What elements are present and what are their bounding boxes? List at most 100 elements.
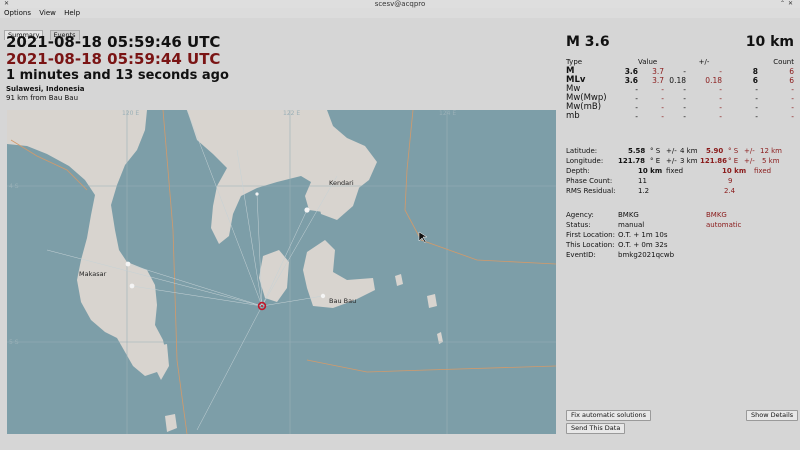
rms-row: RMS Residual: 1.2 2.4 <box>566 186 794 196</box>
longitude-row: Longitude: 121.78 ° E +/- 3 km 121.86 ° … <box>566 156 794 166</box>
fix-automatic-solutions-button[interactable]: Fix automatic solutions <box>566 410 652 421</box>
magnitude-count-alt: - <box>791 94 794 103</box>
longitude-value-alt: 121.86 <box>700 157 728 165</box>
magnitude-count: - <box>755 94 758 103</box>
eventid-label: EventID: <box>566 251 596 259</box>
svg-text:Bau Bau: Bau Bau <box>329 297 356 305</box>
event-info-block: Agency: BMKG BMKG Status: manual automat… <box>566 210 794 260</box>
latitude-unit-alt: ° S <box>728 147 739 155</box>
status-label: Status: <box>566 221 591 229</box>
event-map[interactable]: 120 E 122 E 124 E 4 S 5 S Makasar Bau Ba… <box>7 110 556 434</box>
rms-value-alt: 2.4 <box>724 187 736 195</box>
magnitude-value-alt: - <box>661 103 664 112</box>
svg-text:4 S: 4 S <box>9 183 19 190</box>
window-controls[interactable]: ⌃✕ <box>780 0 796 8</box>
magnitude-error-alt: - <box>719 103 722 112</box>
magnitude-value-alt: 3.7 <box>652 76 664 85</box>
agency-row: Agency: BMKG BMKG <box>566 210 794 220</box>
latitude-row: Latitude: 5.58 ° S +/- 4 km 5.90 ° S +/-… <box>566 146 794 156</box>
this-location-value: O.T. + 0m 32s <box>618 241 668 249</box>
rms-value: 1.2 <box>638 187 650 195</box>
station-marker[interactable] <box>320 293 326 299</box>
show-details-button[interactable]: Show Details <box>746 410 799 421</box>
svg-text:122 E: 122 E <box>283 110 300 117</box>
eventid-row: EventID: bmkg2021qcwb <box>566 250 794 260</box>
origin-time-primary: 2021-08-18 05:59:46 UTC <box>6 33 221 51</box>
menu-options[interactable]: Options <box>4 8 31 18</box>
svg-text:120 E: 120 E <box>122 110 139 117</box>
magnitude-value: - <box>635 85 638 94</box>
magnitude-count-alt: 6 <box>789 67 794 76</box>
window-titlebar: ✕ scesv@acqpro ⌃✕ <box>0 0 800 8</box>
this-location-label: This Location: <box>566 241 615 249</box>
origin-distance: 91 km from Bau Bau <box>6 94 79 102</box>
magnitude-value-alt: - <box>661 112 664 121</box>
magnitude-table: Type Value +/- Count M 3.6 3.7- -8 6 MLv 3.6 3.… <box>566 58 794 121</box>
latitude-error-alt: 12 km <box>760 147 783 155</box>
magnitude-error: - <box>683 112 686 121</box>
magnitude-value-alt: 3.7 <box>652 67 664 76</box>
magnitude-row: Mw(mB) - - - - - - <box>566 103 794 113</box>
first-location-row: First Location: O.T. + 1m 10s <box>566 230 794 240</box>
magnitude-error-alt: - <box>719 85 722 94</box>
depth-mode-alt: fixed <box>754 167 772 175</box>
status-value: manual <box>618 221 645 229</box>
depth-value: 10 km <box>638 167 663 175</box>
window-title: scesv@acqpro <box>374 0 426 8</box>
svg-text:124 E: 124 E <box>439 110 456 117</box>
longitude-label: Longitude: <box>566 157 604 165</box>
phase-label: Phase Count: <box>566 177 613 185</box>
send-this-data-button[interactable]: Send This Data <box>566 423 626 434</box>
menu-help[interactable]: Help <box>64 8 80 18</box>
header-value: Value <box>638 58 658 66</box>
event-epicenter-dot <box>261 305 263 307</box>
magnitude-row: mb - - - - - - <box>566 112 794 122</box>
longitude-value: 121.78 <box>618 157 646 165</box>
magnitude-table-header: Type Value +/- Count <box>566 58 794 67</box>
latitude-pm: +/- <box>666 147 677 155</box>
window-menu-icon[interactable]: ✕ <box>4 0 9 8</box>
rms-label: RMS Residual: <box>566 187 616 195</box>
magnitude-row: MLv 3.6 3.7 0.18 0.18 6 6 <box>566 76 794 86</box>
depth-mode: fixed <box>666 167 684 175</box>
svg-text:5 S: 5 S <box>9 339 19 346</box>
magnitude-error-alt: - <box>719 112 722 121</box>
depth-row: Depth: 10 km fixed 10 km fixed <box>566 166 794 176</box>
phase-row: Phase Count: 11 9 <box>566 176 794 186</box>
magnitude-value-alt: - <box>661 94 664 103</box>
magnitude-error: - <box>683 103 686 112</box>
latitude-value: 5.58 <box>628 147 646 155</box>
latitude-unit: ° S <box>650 147 661 155</box>
menu-view[interactable]: View <box>39 8 56 18</box>
magnitude-count-alt: - <box>791 112 794 121</box>
status-row: Status: manual automatic <box>566 220 794 230</box>
origin-header: 2021-08-18 05:59:46 UTC 2021-08-18 05:59… <box>6 34 229 103</box>
magnitude-value: - <box>635 94 638 103</box>
magnitude-error: 0.18 <box>669 76 686 85</box>
longitude-unit-alt: ° E <box>728 157 739 165</box>
station-marker[interactable] <box>255 192 259 196</box>
magnitude-value: 3.6 <box>624 76 638 85</box>
depth-headline: 10 km <box>745 34 794 50</box>
phase-value: 11 <box>638 177 647 185</box>
latitude-error: 4 km <box>680 147 698 155</box>
origin-elapsed: 1 minutes and 13 seconds ago <box>6 68 229 83</box>
header-count: Count <box>773 58 794 66</box>
magnitude-headline: M 3.6 <box>566 34 610 50</box>
station-marker[interactable] <box>304 207 310 213</box>
magnitude-row: M 3.6 3.7- -8 6 <box>566 67 794 77</box>
magnitude-count: - <box>755 85 758 94</box>
longitude-error-alt: 5 km <box>762 157 780 165</box>
svg-text:Kendari: Kendari <box>329 179 354 187</box>
latitude-label: Latitude: <box>566 147 598 155</box>
magnitude-value: - <box>635 112 638 121</box>
magnitude-count: - <box>755 112 758 121</box>
station-marker[interactable] <box>129 283 135 289</box>
magnitude-value: - <box>635 103 638 112</box>
station-marker[interactable] <box>125 261 131 267</box>
this-location-row: This Location: O.T. + 0m 32s <box>566 240 794 250</box>
latitude-value-alt: 5.90 <box>706 147 724 155</box>
longitude-unit: ° E <box>650 157 661 165</box>
map-canvas[interactable]: 120 E 122 E 124 E 4 S 5 S Makasar Bau Ba… <box>7 110 556 434</box>
first-location-label: First Location: <box>566 231 615 239</box>
